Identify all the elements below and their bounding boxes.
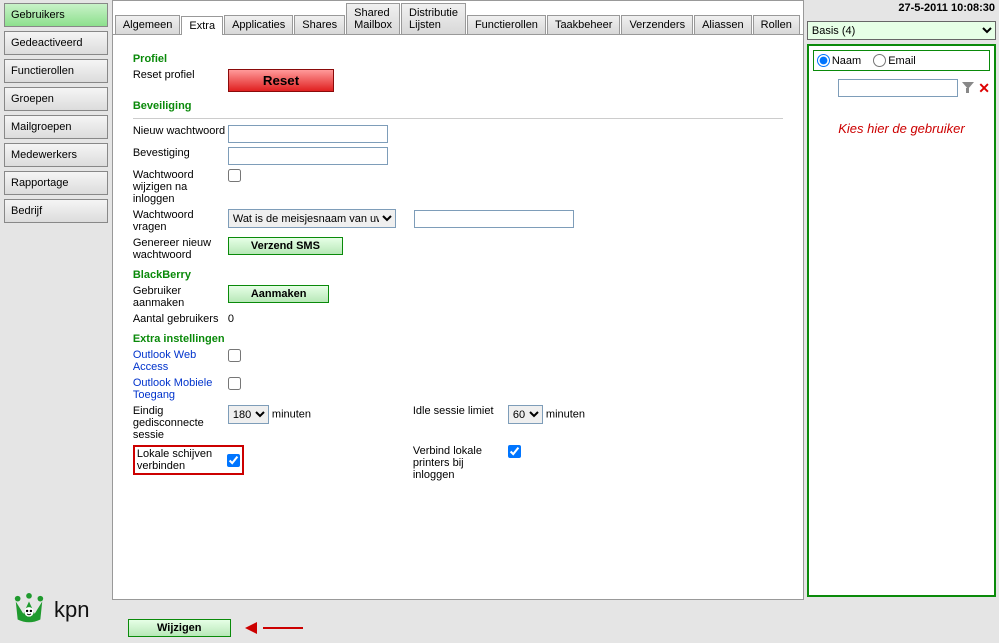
tab-applicaties[interactable]: Applicaties [224, 15, 293, 34]
sidebar-item-mailgroepen[interactable]: Mailgroepen [4, 115, 108, 139]
nieuw-wachtwoord-input[interactable] [228, 125, 388, 143]
idle-label: Idle sessie limiet [413, 405, 508, 417]
mobile-checkbox[interactable] [228, 377, 241, 390]
sidebar-item-gebruikers[interactable]: Gebruikers [4, 3, 108, 27]
timestamp: 27-5-2011 10:08:30 [898, 2, 995, 14]
eindig-unit: minuten [272, 409, 311, 421]
verzend-sms-button[interactable]: Verzend SMS [228, 237, 343, 255]
brand-name: kpn [54, 597, 89, 623]
mobile-label[interactable]: Outlook Mobiele Toegang [133, 377, 228, 401]
printers-checkbox[interactable] [508, 445, 521, 458]
user-placeholder: Kies hier de gebruiker [813, 121, 990, 136]
printers-label: Verbind lokale printers bij inloggen [413, 445, 508, 481]
wijzigen-button[interactable]: Wijzigen [128, 619, 231, 637]
arrow-annotation-icon [243, 621, 303, 635]
genereer-label: Genereer nieuw wachtwoord [133, 237, 228, 261]
crown-icon [10, 593, 48, 627]
form-area: Profiel Reset profiel Reset Beveiliging … [113, 35, 803, 599]
tab-functierollen[interactable]: Functierollen [467, 15, 546, 34]
vragen-select[interactable]: Wat is de meisjesnaam van uw [228, 209, 396, 228]
sidebar-item-medewerkers[interactable]: Medewerkers [4, 143, 108, 167]
lokale-label: Lokale schijven verbinden [137, 448, 227, 472]
sidebar: Gebruikers Gedeactiveerd Functierollen G… [0, 0, 112, 600]
aanmaken-label: Gebruiker aanmaken [133, 285, 228, 309]
eindig-label: Eindig gedisconnecte sessie [133, 405, 228, 441]
clear-filter-icon[interactable]: ✕ [978, 80, 990, 97]
reset-button[interactable]: Reset [228, 69, 334, 92]
tab-rollen[interactable]: Rollen [753, 15, 800, 34]
radio-naam[interactable]: Naam [817, 54, 861, 67]
aanmaken-button[interactable]: Aanmaken [228, 285, 330, 303]
owa-checkbox[interactable] [228, 349, 241, 362]
reset-profiel-label: Reset profiel [133, 69, 228, 81]
sidebar-item-gedeactiveerd[interactable]: Gedeactiveerd [4, 31, 108, 55]
tab-algemeen[interactable]: Algemeen [115, 15, 181, 34]
section-extra: Extra instellingen [133, 333, 783, 345]
filter-icon[interactable] [961, 81, 975, 95]
vragen-answer-input[interactable] [414, 210, 574, 228]
filter-input[interactable] [838, 79, 958, 97]
tab-shares[interactable]: Shares [294, 15, 345, 34]
section-profiel: Profiel [133, 53, 783, 65]
basis-select[interactable]: Basis (4) [807, 21, 996, 40]
tabs: Algemeen Extra Applicaties Shares Shared… [113, 1, 803, 35]
tab-aliassen[interactable]: Aliassen [694, 15, 752, 34]
wijzigen-na-checkbox[interactable] [228, 169, 241, 182]
right-panel: Basis (4) Naam Email ✕ Kies hier de gebr… [804, 0, 999, 600]
lokale-highlight: Lokale schijven verbinden [133, 445, 244, 475]
tab-shared-mailbox[interactable]: Shared Mailbox [346, 3, 400, 34]
idle-select[interactable]: 60 [508, 405, 543, 424]
section-beveiliging: Beveiliging [133, 100, 783, 112]
brand-logo: kpn [10, 593, 89, 627]
wijzigen-na-label: Wachtwoord wijzigen na inloggen [133, 169, 228, 205]
nieuw-wachtwoord-label: Nieuw wachtwoord [133, 125, 228, 137]
sidebar-item-rapportage[interactable]: Rapportage [4, 171, 108, 195]
radio-row: Naam Email [813, 50, 990, 71]
aantal-value: 0 [228, 313, 234, 325]
eindig-select[interactable]: 180 [228, 405, 269, 424]
tab-distributie[interactable]: Distributie Lijsten [401, 3, 466, 34]
tab-extra[interactable]: Extra [181, 16, 223, 35]
section-blackberry: BlackBerry [133, 269, 783, 281]
sidebar-item-bedrijf[interactable]: Bedrijf [4, 199, 108, 223]
sidebar-item-groepen[interactable]: Groepen [4, 87, 108, 111]
aantal-label: Aantal gebruikers [133, 313, 228, 325]
vragen-label: Wachtwoord vragen [133, 209, 228, 233]
owa-label[interactable]: Outlook Web Access [133, 349, 228, 373]
bevestiging-label: Bevestiging [133, 147, 228, 159]
bevestiging-input[interactable] [228, 147, 388, 165]
lokale-checkbox[interactable] [227, 454, 240, 467]
content-area: Algemeen Extra Applicaties Shares Shared… [112, 0, 804, 600]
sidebar-item-functierollen[interactable]: Functierollen [4, 59, 108, 83]
tab-verzenders[interactable]: Verzenders [621, 15, 693, 34]
idle-unit: minuten [546, 409, 585, 421]
tab-taakbeheer[interactable]: Taakbeheer [547, 15, 621, 34]
radio-email[interactable]: Email [873, 54, 916, 67]
